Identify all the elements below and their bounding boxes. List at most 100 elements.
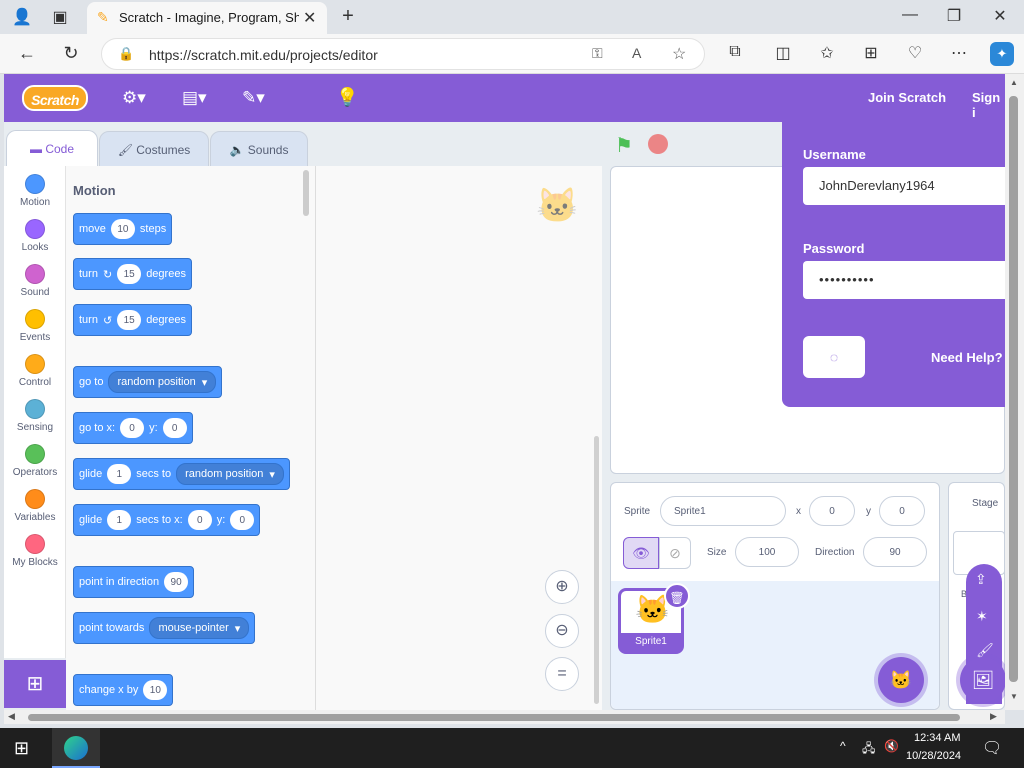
tab-actions-icon[interactable]: ▣: [48, 7, 72, 27]
y-input[interactable]: 0: [879, 496, 925, 526]
category-motion[interactable]: Motion: [4, 174, 66, 208]
block-point-in-direction[interactable]: point in direction 90: [73, 566, 195, 598]
tab-costumes[interactable]: 🖌 Costumes: [99, 131, 209, 167]
green-flag-icon[interactable]: ⚑: [615, 133, 633, 158]
join-scratch-link[interactable]: Join Scratch: [868, 90, 946, 105]
zoom-in-icon[interactable]: ⊕: [545, 570, 579, 604]
taskbar-edge-button[interactable]: [52, 728, 100, 768]
direction-input[interactable]: 90: [863, 537, 927, 567]
browser-tab[interactable]: ✎ Scratch - Imagine, Program, Share ✕: [87, 2, 327, 34]
browser-essentials-icon[interactable]: ♡: [903, 43, 927, 63]
read-aloud-icon[interactable]: A: [632, 45, 641, 61]
notifications-icon[interactable]: 🗨: [982, 738, 1002, 758]
block-input[interactable]: 1: [107, 464, 132, 484]
block-input[interactable]: 0: [120, 418, 145, 438]
tab-code[interactable]: ▬ Code: [6, 130, 98, 166]
palette-scrollbar[interactable]: [303, 170, 309, 216]
upload-backdrop-icon[interactable]: ⇪: [975, 571, 987, 588]
block-move-steps[interactable]: move 10 steps: [73, 213, 173, 245]
add-extension-button[interactable]: ⊞: [4, 660, 66, 708]
category-my-blocks[interactable]: My Blocks: [4, 534, 66, 568]
url-box[interactable]: 🔒 https://scratch.mit.edu/projects/edito…: [101, 38, 705, 70]
block-glide-to[interactable]: glide 1 secs to random position ▾: [73, 458, 290, 490]
favorites-icon[interactable]: ✩: [815, 43, 839, 63]
password-field[interactable]: ••••••••••: [803, 261, 1005, 299]
block-input[interactable]: 10: [143, 680, 168, 700]
script-area[interactable]: 🐱 ⊕ ⊖ =: [316, 166, 602, 710]
refresh-icon[interactable]: ↻: [59, 43, 83, 64]
show-hidden-icons-icon[interactable]: ^: [840, 739, 846, 753]
scroll-left-arrow-icon[interactable]: ◀: [8, 711, 15, 722]
clock-date[interactable]: 10/28/2024: [906, 750, 961, 762]
category-control[interactable]: Control: [4, 354, 66, 388]
sign-in-link[interactable]: Sign i: [972, 90, 1005, 120]
split-screen-icon[interactable]: ◫: [771, 43, 795, 63]
close-tab-icon[interactable]: ✕: [303, 8, 316, 28]
block-input[interactable]: 90: [164, 572, 189, 592]
category-sound[interactable]: Sound: [4, 264, 66, 298]
x-input[interactable]: 0: [809, 496, 855, 526]
category-variables[interactable]: Variables: [4, 489, 66, 523]
volume-muted-icon[interactable]: 🔇: [884, 739, 899, 753]
horizontal-scroll-thumb[interactable]: [28, 714, 960, 721]
block-turn-left[interactable]: turn ↺ 15 degrees: [73, 304, 192, 336]
extensions-icon[interactable]: ⧉: [723, 43, 747, 61]
key-icon[interactable]: ⚿: [592, 45, 603, 62]
horizontal-scrollbar[interactable]: ◀ ▶: [4, 710, 1005, 724]
block-dropdown[interactable]: mouse-pointer ▾: [149, 617, 250, 639]
favorite-star-icon[interactable]: ☆: [672, 44, 686, 64]
back-icon[interactable]: ←: [15, 43, 39, 64]
sign-in-submit-button[interactable]: ◌: [803, 336, 865, 378]
block-input[interactable]: 0: [162, 418, 187, 438]
more-options-icon[interactable]: ⋯: [947, 43, 971, 63]
restore-icon[interactable]: ❐: [942, 6, 966, 26]
show-sprite-eye-icon[interactable]: 👁: [623, 537, 659, 569]
need-help-link[interactable]: Need Help?: [931, 350, 1003, 365]
zoom-reset-icon[interactable]: =: [545, 657, 579, 691]
category-events[interactable]: Events: [4, 309, 66, 343]
minimize-icon[interactable]: —: [898, 6, 922, 24]
hide-sprite-icon[interactable]: ⊘: [659, 537, 691, 569]
block-input[interactable]: 0: [187, 510, 212, 530]
url-text[interactable]: https://scratch.mit.edu/projects/editor: [149, 47, 378, 63]
zoom-out-icon[interactable]: ⊖: [545, 614, 579, 648]
edit-menu-icon[interactable]: ✎▾: [242, 88, 265, 108]
clock-time[interactable]: 12:34 AM: [914, 732, 960, 744]
lock-icon[interactable]: 🔒: [118, 46, 134, 62]
stop-icon[interactable]: [648, 134, 668, 154]
file-menu-icon[interactable]: ▤▾: [182, 88, 207, 108]
block-change-x[interactable]: change x by 10: [73, 674, 174, 706]
windows-start-icon[interactable]: ⊞: [14, 738, 29, 759]
block-input[interactable]: 15: [117, 310, 142, 330]
script-vertical-scrollbar[interactable]: [594, 436, 599, 704]
block-input[interactable]: 15: [117, 264, 142, 284]
block-go-to[interactable]: go to random position ▾: [73, 366, 223, 398]
tab-sounds[interactable]: 🔈 Sounds: [210, 131, 308, 167]
close-window-icon[interactable]: ✕: [988, 6, 1012, 26]
surprise-backdrop-icon[interactable]: ✶: [976, 608, 988, 625]
collections-icon[interactable]: ⊞: [859, 43, 883, 63]
size-input[interactable]: 100: [735, 537, 799, 567]
block-glide-to-xy[interactable]: glide 1 secs to x: 0 y: 0: [73, 504, 261, 536]
category-sensing[interactable]: Sensing: [4, 399, 66, 433]
category-looks[interactable]: Looks: [4, 219, 66, 253]
block-dropdown[interactable]: random position ▾: [108, 371, 217, 393]
block-input[interactable]: 10: [110, 219, 135, 239]
block-input[interactable]: 0: [230, 510, 255, 530]
sprite-name-input[interactable]: Sprite1: [660, 496, 786, 526]
scroll-right-arrow-icon[interactable]: ▶: [990, 711, 997, 722]
block-go-to-xy[interactable]: go to x: 0 y: 0: [73, 412, 193, 444]
delete-sprite-icon[interactable]: 🗑: [664, 583, 690, 609]
block-dropdown[interactable]: random position ▾: [176, 463, 284, 485]
choose-sprite-icon[interactable]: 🐱: [878, 657, 924, 703]
profile-icon[interactable]: 👤: [10, 7, 34, 27]
category-operators[interactable]: Operators: [4, 444, 66, 478]
tutorials-lightbulb-icon[interactable]: 💡: [336, 87, 358, 108]
block-input[interactable]: 1: [107, 510, 132, 530]
scratch-logo[interactable]: Scratch: [22, 85, 88, 111]
username-field[interactable]: JohnDerevlany1964: [803, 167, 1005, 205]
vertical-scroll-thumb[interactable]: [1009, 96, 1018, 682]
vertical-scrollbar[interactable]: ▲ ▼: [1005, 74, 1024, 710]
scroll-up-arrow-icon[interactable]: ▲: [1010, 78, 1018, 87]
block-point-towards[interactable]: point towards mouse-pointer ▾: [73, 612, 256, 644]
